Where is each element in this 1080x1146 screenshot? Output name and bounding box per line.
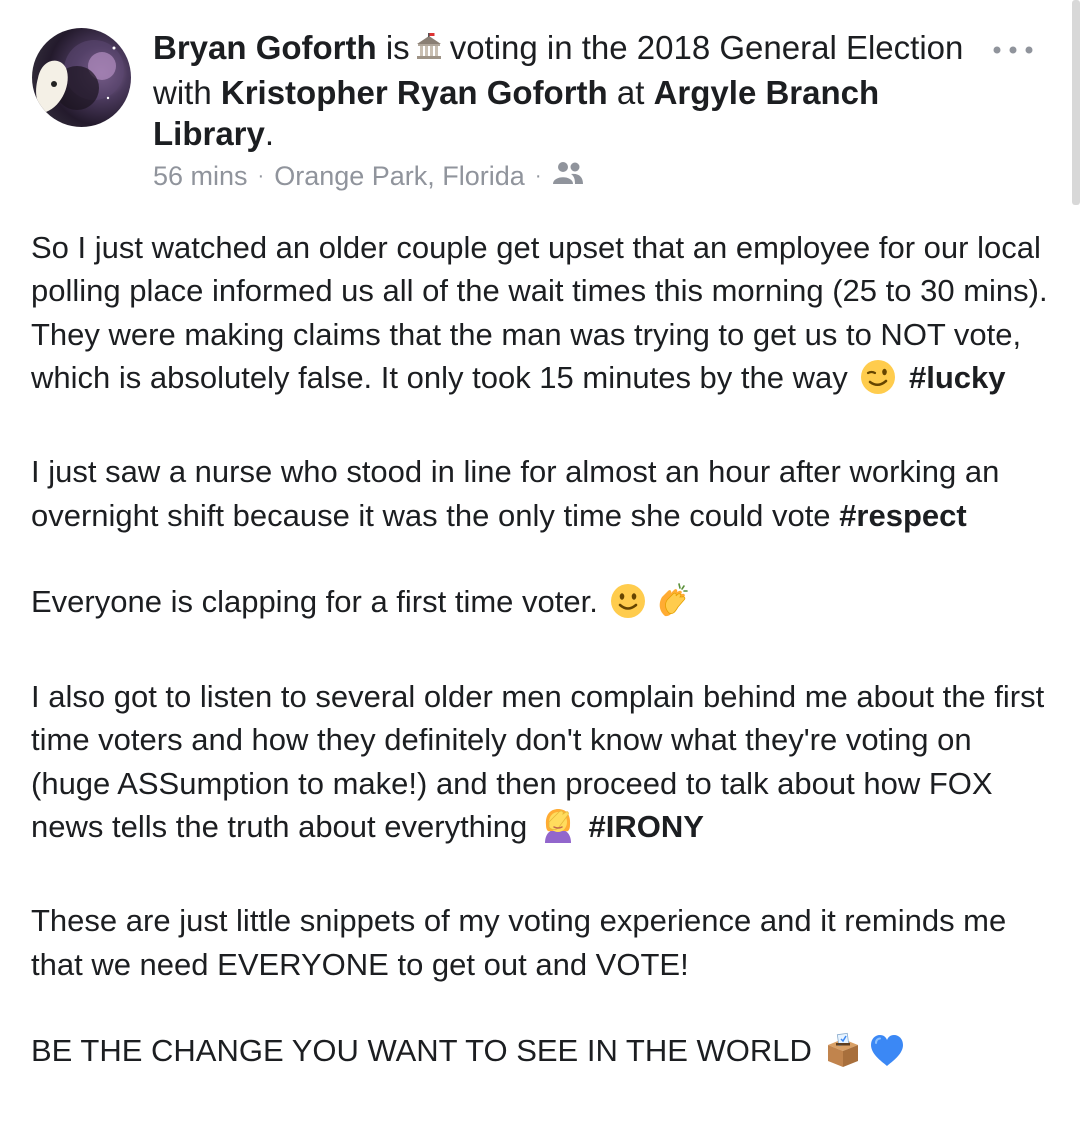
title-period: . xyxy=(264,115,275,152)
timestamp[interactable]: 56 mins xyxy=(153,161,248,192)
paragraph-5: These are just little snippets of my vot… xyxy=(31,899,1051,986)
scrollbar[interactable] xyxy=(1072,0,1080,205)
post-meta: 56 mins · Orange Park, Florida · xyxy=(153,158,584,194)
tagged-person[interactable]: Kristopher Ryan Goforth xyxy=(221,74,608,111)
hashtag-lucky[interactable]: #lucky xyxy=(909,360,1006,395)
friends-icon[interactable] xyxy=(552,160,584,193)
paragraph-text: Everyone is clapping for a first time vo… xyxy=(31,584,598,620)
title-at: at xyxy=(616,74,645,111)
winking-face-emoji xyxy=(859,358,897,407)
clapping-hands-emoji xyxy=(653,582,691,631)
activity-text: voting in the 2018 General Election xyxy=(449,29,964,66)
blue-heart-emoji xyxy=(868,1031,906,1080)
smiling-face-emoji xyxy=(609,582,647,631)
woman-facepalming-emoji xyxy=(539,807,577,856)
government-building-icon xyxy=(414,31,444,72)
post-title: Bryan Goforth is voting in the 2018 Gene… xyxy=(153,27,983,154)
paragraph-1: So I just watched an older couple get up… xyxy=(31,226,1051,407)
paragraph-text: BE THE CHANGE YOU WANT TO SEE IN THE WOR… xyxy=(31,1033,812,1069)
paragraph-3: Everyone is clapping for a first time vo… xyxy=(31,580,1051,631)
meta-separator: · xyxy=(257,164,265,187)
post-body: So I just watched an older couple get up… xyxy=(31,226,1051,1124)
meta-separator: · xyxy=(534,164,542,187)
ballot-box-emoji xyxy=(824,1031,862,1080)
post-header: Bryan Goforth is voting in the 2018 Gene… xyxy=(0,0,1080,205)
title-is: is xyxy=(385,29,410,66)
hashtag-respect[interactable]: #respect xyxy=(839,498,967,533)
more-options-icon[interactable] xyxy=(985,32,1041,68)
paragraph-4: I also got to listen to several older me… xyxy=(31,675,1051,856)
author-name[interactable]: Bryan Goforth xyxy=(153,29,377,66)
avatar[interactable] xyxy=(32,28,131,127)
paragraph-2: I just saw a nurse who stood in line for… xyxy=(31,450,1051,537)
paragraph-text: These are just little snippets of my vot… xyxy=(31,903,1007,982)
title-with: with xyxy=(153,74,212,111)
location[interactable]: Orange Park, Florida xyxy=(274,161,525,192)
hashtag-irony[interactable]: #IRONY xyxy=(589,809,704,844)
paragraph-text: I also got to listen to several older me… xyxy=(31,678,1045,844)
paragraph-6: BE THE CHANGE YOU WANT TO SEE IN THE WOR… xyxy=(31,1029,1051,1080)
